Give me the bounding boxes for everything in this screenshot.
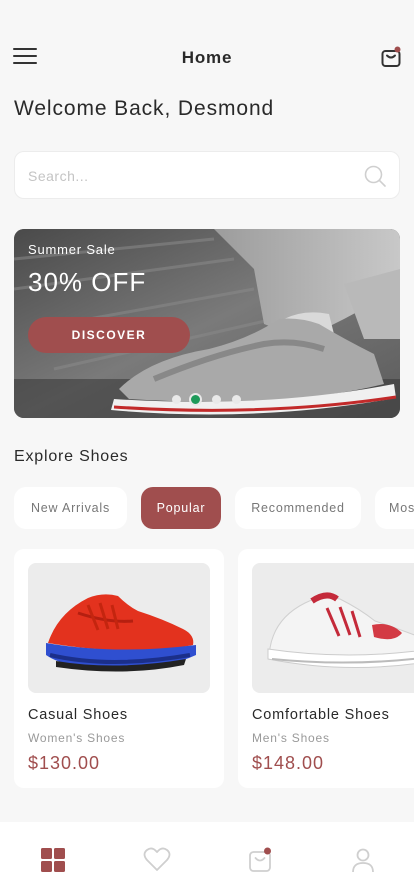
product-card[interactable]: Casual Shoes Women's Shoes $130.00 [14, 549, 224, 788]
home-grid-icon[interactable] [39, 846, 67, 874]
category-tabs: New Arrivals Popular Recommended Most [14, 487, 414, 529]
product-name: Comfortable Shoes [252, 707, 390, 723]
carousel-dot[interactable] [232, 395, 241, 404]
promo-banner[interactable]: Summer Sale 30% OFF DISCOVER [14, 229, 400, 418]
banner-discount: 30% OFF [28, 267, 147, 297]
product-price: $130.00 [28, 753, 101, 773]
shopping-bag-icon[interactable] [247, 846, 275, 874]
search-icon[interactable] [363, 164, 387, 188]
product-card[interactable]: Comfortable Shoes Men's Shoes $148.00 [238, 549, 414, 788]
tab-most[interactable]: Most [375, 487, 414, 529]
product-name: Casual Shoes [28, 707, 128, 723]
product-category: Men's Shoes [252, 731, 330, 745]
product-image [28, 563, 210, 693]
welcome-heading: Welcome Back, Desmond [14, 97, 275, 120]
product-image [252, 563, 414, 693]
search-input[interactable] [28, 164, 348, 188]
carousel-dot[interactable] [212, 395, 221, 404]
heart-icon[interactable] [143, 846, 171, 874]
shopping-bag-icon[interactable] [380, 45, 402, 69]
section-title: Explore Shoes [14, 448, 129, 465]
discover-button[interactable]: DISCOVER [28, 317, 190, 353]
product-category: Women's Shoes [28, 731, 126, 745]
tab-new-arrivals[interactable]: New Arrivals [14, 487, 127, 529]
search-bar [14, 151, 400, 199]
product-price: $148.00 [252, 753, 325, 773]
carousel-dot-active[interactable] [189, 393, 202, 406]
user-icon[interactable] [349, 846, 377, 874]
app-header: Home [0, 40, 414, 74]
tab-recommended[interactable]: Recommended [235, 487, 361, 529]
banner-subtitle: Summer Sale [28, 242, 116, 257]
bottom-nav [0, 822, 414, 896]
tab-popular[interactable]: Popular [141, 487, 221, 529]
product-list: Casual Shoes Women's Shoes $130.00 Comfo… [14, 549, 414, 789]
carousel-dot[interactable] [172, 395, 181, 404]
page-title: Home [181, 48, 233, 67]
